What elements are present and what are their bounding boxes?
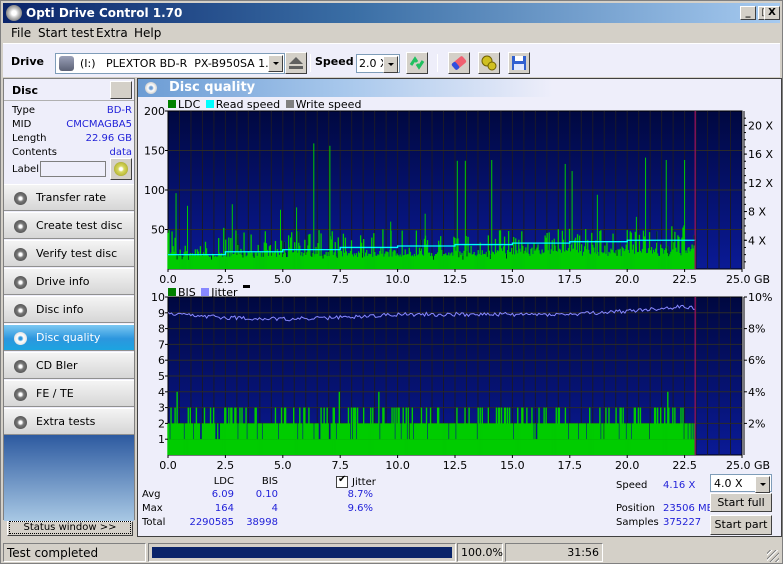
stats-max-ldc: 164: [214, 503, 234, 514]
cd-bler-icon: [14, 360, 27, 373]
menu-bar: File Start test Extra Help: [3, 24, 780, 42]
toolbar-separator: [437, 54, 438, 72]
erase-button[interactable]: [448, 52, 470, 74]
left-panel-background: [4, 435, 134, 521]
transfer-rate-icon: [14, 192, 27, 205]
nav-cd-bler[interactable]: CD Bler: [4, 352, 134, 379]
jitter-checkbox[interactable]: [336, 474, 348, 488]
disc-mid-row: MID CMCMAGBA5: [12, 119, 132, 130]
disc-quality-panel: Disc quality LDC Read speed Write speed …: [137, 78, 782, 537]
eject-icon: [289, 57, 303, 69]
menu-start-test[interactable]: Start test: [38, 26, 94, 40]
disc-info-icon: [14, 304, 27, 317]
menu-help[interactable]: Help: [134, 26, 161, 40]
stats-avg-bis: 0.10: [255, 489, 278, 500]
resize-grip[interactable]: [767, 550, 779, 562]
menu-extra[interactable]: Extra: [96, 26, 128, 40]
minimize-button[interactable]: _: [740, 6, 756, 20]
cd-icon: [114, 162, 128, 176]
speed-select[interactable]: 2.0 X: [356, 54, 400, 73]
refresh-icon: [409, 56, 425, 70]
start-full-button[interactable]: Start full: [710, 493, 772, 512]
speed-dropdown-arrow[interactable]: [383, 56, 398, 73]
disc-type-row: Type BD-R: [12, 105, 132, 116]
nav-drive-info[interactable]: Drive info: [4, 268, 134, 295]
disc-label-input[interactable]: [40, 161, 106, 177]
stats-max-jitter: 9.6%: [347, 503, 373, 514]
nav-transfer-rate[interactable]: Transfer rate: [4, 184, 134, 211]
disc-quality-icon: [14, 332, 27, 345]
progress-fill: [152, 547, 452, 558]
app-window: Opti Drive Control 1.70 _ □ X File Start…: [0, 0, 783, 564]
drive-dropdown-arrow[interactable]: [268, 55, 283, 72]
run-speed-value: 4.16 X: [663, 480, 696, 491]
status-message: Test completed: [3, 543, 146, 562]
menu-file[interactable]: File: [11, 26, 31, 40]
nav-disc-info[interactable]: Disc info: [4, 296, 134, 323]
samples-label: Samples: [616, 517, 659, 528]
eject-button[interactable]: [285, 52, 307, 74]
app-disc-icon: [6, 5, 22, 21]
window-title: Opti Drive Control 1.70: [26, 6, 183, 20]
stats-avg-jitter: 8.7%: [347, 489, 373, 500]
samples-value: 375227: [663, 517, 702, 528]
toolbar-separator: [310, 54, 311, 72]
test-speed-dropdown-arrow[interactable]: [755, 476, 770, 493]
elapsed-time: 31:56: [505, 543, 603, 562]
position-label: Position: [616, 503, 655, 514]
nav-extra-tests[interactable]: Extra tests: [4, 408, 134, 435]
jitter-checkbox-label: Jitter: [352, 477, 376, 488]
status-window-button[interactable]: Status window >>: [7, 521, 133, 536]
speed-label: Speed: [315, 55, 354, 68]
disc-length-row: Length 22.96 GB: [12, 133, 132, 144]
nav-disc-quality[interactable]: Disc quality: [4, 324, 134, 351]
title-bar: Opti Drive Control 1.70 _ □: [3, 3, 780, 23]
status-bar: Test completed 100.0% 31:56: [3, 542, 780, 563]
drive-select[interactable]: (I:) PLEXTOR BD-R PX-B950SA 1.04: [55, 53, 285, 74]
stats-table: LDC BIS Avg 6.09 0.10 8.7% Max 164 4 9.6…: [138, 79, 783, 538]
extra-tests-icon: [14, 416, 27, 429]
save-icon: [512, 56, 526, 70]
stats-max-label: Max: [142, 503, 163, 514]
fe-te-icon: [14, 388, 27, 401]
eraser-icon: [451, 56, 467, 70]
progress-percent: 100.0%: [457, 543, 503, 562]
drive-info-icon: [14, 276, 27, 289]
stats-header-bis: BIS: [261, 476, 278, 487]
save-button[interactable]: [508, 52, 530, 74]
close-button[interactable]: X: [764, 6, 780, 20]
nav-create-test-disc[interactable]: Create test disc: [4, 212, 134, 239]
stats-total-bis: 38998: [246, 517, 278, 528]
test-speed-select[interactable]: 4.0 X: [710, 474, 772, 493]
position-value: 23506 MB: [663, 503, 714, 514]
stats-avg-label: Avg: [142, 489, 161, 500]
stats-total-label: Total: [142, 517, 166, 528]
drive-label: Drive: [11, 55, 44, 68]
toolbar: Drive (I:) PLEXTOR BD-R PX-B950SA 1.04 S…: [3, 43, 780, 77]
stats-header-ldc: LDC: [213, 476, 234, 487]
settings-button[interactable]: [478, 52, 500, 74]
nav-verify-test-disc[interactable]: Verify test disc: [4, 240, 134, 267]
refresh-button[interactable]: [406, 52, 428, 74]
disc-header: Disc: [4, 79, 134, 101]
stats-total-ldc: 2290585: [189, 517, 234, 528]
disc-label-button[interactable]: [110, 158, 132, 180]
stats-avg-ldc: 6.09: [211, 489, 234, 500]
drive-icon: [59, 56, 74, 71]
start-part-button[interactable]: Start part: [710, 515, 772, 535]
create-test-disc-icon: [14, 220, 27, 233]
gears-icon: [481, 55, 497, 71]
progress-bar: [148, 543, 456, 562]
disc-toggle-button[interactable]: [110, 81, 132, 99]
left-panel: Disc Type BD-R MID CMCMAGBA5 Length 22.96 G…: [3, 78, 135, 521]
verify-test-disc-icon: [14, 248, 27, 261]
stats-max-bis: 4: [271, 503, 278, 514]
disc-label-key: Label: [12, 164, 39, 175]
nav-fe-te[interactable]: FE / TE: [4, 380, 134, 407]
run-speed-label: Speed: [616, 480, 648, 491]
